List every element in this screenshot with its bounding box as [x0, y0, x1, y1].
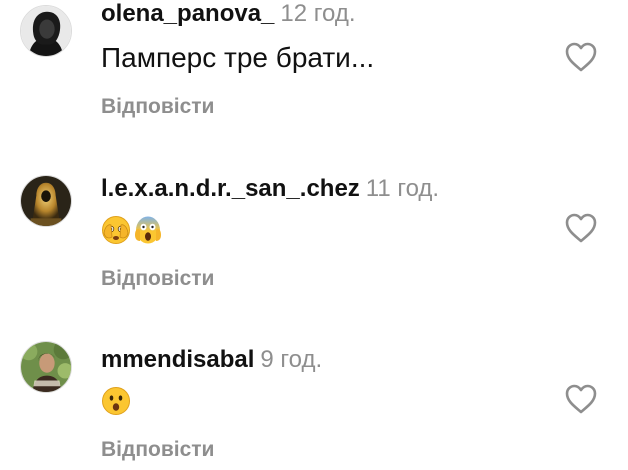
face-with-open-mouth-emoji	[101, 386, 131, 416]
comment-header: l.e.x.a.n.d.r._san_.chez 11 год.	[101, 175, 439, 203]
timestamp: 11 год.	[365, 175, 440, 202]
profile-photo-icon	[21, 342, 71, 392]
profile-photo-icon	[21, 176, 71, 226]
comment-text: Памперс тре брати...	[101, 42, 375, 73]
avatar[interactable]	[20, 175, 72, 227]
timestamp: 12 год.	[280, 0, 356, 27]
profile-photo-icon	[21, 6, 71, 56]
heart-outline-icon[interactable]	[564, 41, 598, 73]
comment-text	[101, 382, 133, 416]
username[interactable]: olena_panova_	[101, 0, 274, 27]
timestamp: 9 год.	[260, 346, 323, 373]
face-screaming-in-fear-emoji	[133, 215, 163, 245]
reply-button[interactable]: Відповісти	[101, 438, 214, 462]
heart-outline-icon[interactable]	[564, 383, 598, 415]
username[interactable]: l.e.x.a.n.d.r._san_.chez	[101, 175, 360, 202]
reply-button[interactable]: Відповісти	[101, 95, 214, 119]
heart-outline-icon[interactable]	[564, 212, 598, 244]
comment-header: olena_panova_ 12 год.	[101, 0, 356, 28]
reply-button[interactable]: Відповісти	[101, 267, 214, 291]
face-with-hand-over-eyes-emoji	[101, 215, 131, 245]
avatar[interactable]	[20, 5, 72, 57]
avatar[interactable]	[20, 341, 72, 393]
comment-header: mmendisabal 9 год.	[101, 346, 322, 374]
comment-text	[101, 211, 165, 245]
username[interactable]: mmendisabal	[101, 346, 254, 373]
